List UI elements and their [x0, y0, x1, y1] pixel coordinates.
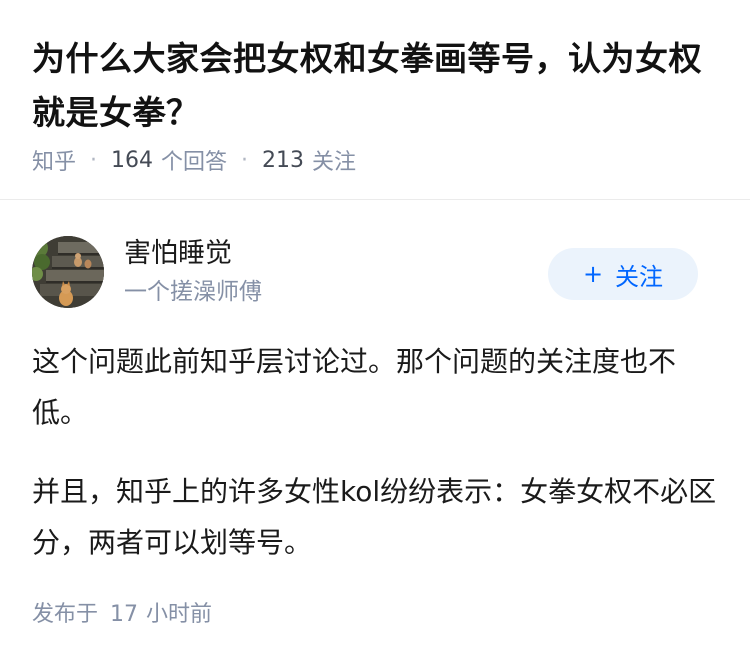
section-divider [0, 199, 750, 200]
question-meta: 知乎 · 164 个回答 · 213 关注 [32, 143, 356, 177]
author-headline: 一个搓澡师傅 [124, 279, 262, 305]
author-name[interactable]: 害怕睡觉 [124, 234, 232, 274]
separator-dot: · [241, 147, 249, 173]
answer-paragraph: 这个问题此前知乎层讨论过。那个问题的关注度也不低。 [32, 345, 677, 429]
cat-photo-avatar-icon [32, 236, 104, 308]
answer-count-label: 个回答 [161, 150, 228, 175]
follow-button-label: 关注 [615, 262, 664, 291]
publish-unit: 小时前 [146, 602, 213, 627]
publish-time: 发布于 17 小时前 [32, 598, 212, 632]
follow-button[interactable]: + 关注 [548, 248, 698, 300]
separator-dot: · [90, 147, 98, 173]
publish-amount: 17 [110, 602, 139, 627]
author-avatar[interactable] [32, 236, 104, 308]
answer-paragraph: 并且，知乎上的许多女性kol纷纷表示：女拳女权不必区分，两者可以划等号。 [32, 475, 717, 559]
source-label: 知乎 [32, 150, 77, 175]
publish-prefix: 发布于 [32, 602, 99, 627]
follower-count-label: 关注 [312, 150, 357, 175]
question-title[interactable]: 为什么大家会把女权和女拳画等号，认为女权就是女拳？ [32, 32, 722, 140]
follower-count: 213 [262, 147, 305, 173]
plus-icon: + [582, 260, 604, 288]
answer-count: 164 [111, 147, 154, 173]
